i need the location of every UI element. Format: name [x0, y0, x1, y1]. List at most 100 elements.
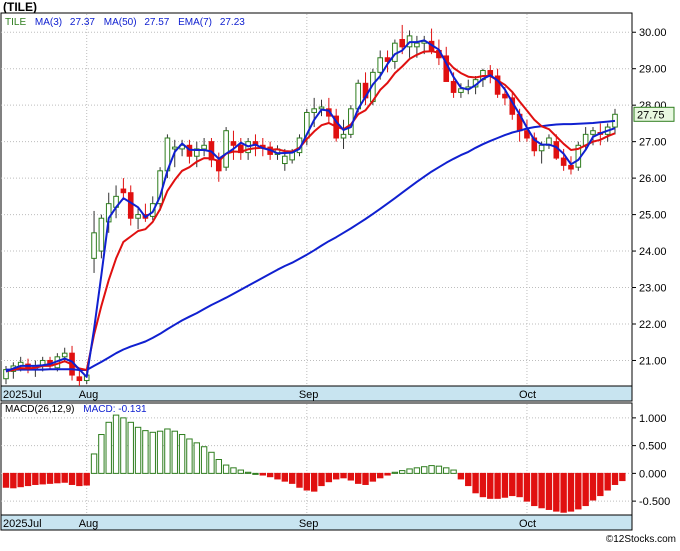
last-price-tag: 27.75: [633, 106, 675, 122]
macd-bar-positive: [443, 467, 450, 474]
price-tick-label: 23.00: [639, 283, 667, 295]
macd-bar-positive: [186, 438, 193, 474]
candle-down: [568, 164, 574, 170]
macd-bar-negative: [538, 472, 545, 509]
price-legend: TILE MA(3) 27.37 MA(50) 27.57 EMA(7) 27.…: [5, 17, 245, 28]
macd-bar-positive: [450, 469, 457, 474]
macd-bar-positive: [399, 470, 406, 474]
footer-credit: ©12Stocks.com: [606, 534, 676, 545]
macd-bar-positive: [222, 464, 230, 474]
price-tick-label: 21.00: [639, 355, 667, 367]
macd-bar-negative: [310, 472, 318, 492]
candle-down: [120, 188, 127, 194]
macd-bar-negative: [2, 472, 10, 488]
macd-bar-positive: [178, 434, 186, 474]
macd-bar-negative: [340, 472, 347, 479]
macd-bar-negative: [501, 472, 509, 498]
macd-bar-negative: [61, 472, 68, 483]
macd-bar-negative: [24, 472, 32, 487]
price-date-label: 2025Jul: [3, 389, 42, 401]
candle-up: [414, 42, 420, 48]
macd-bar-negative: [560, 472, 567, 513]
legend-ma3-label: MA(3): [35, 17, 62, 28]
macd-bar-positive: [112, 414, 120, 474]
macd-legend: MACD(26,12,9) MACD: -0.131: [5, 404, 147, 415]
macd-bar-negative: [472, 472, 479, 494]
macd-bar-negative: [362, 472, 369, 485]
macd-legend-label: MACD(26,12,9): [5, 404, 74, 415]
macd-bar-negative: [281, 472, 289, 482]
macd-bar-positive: [435, 465, 443, 474]
macd-bar-positive: [406, 468, 413, 474]
candle-down: [450, 80, 457, 93]
candle-up: [201, 144, 207, 150]
macd-bar-negative: [545, 472, 553, 510]
chart-stage: 21.00 22.00 23.00 24.00 25.00 26.00 27.00 28.00…: [0, 0, 680, 546]
price-date-label: Sep: [299, 389, 319, 401]
macd-bar-positive: [421, 466, 428, 474]
macd-date-label: Oct: [519, 518, 536, 530]
candle-down: [399, 39, 406, 48]
macd-bar-positive: [164, 428, 171, 474]
macd-bar-negative: [354, 472, 362, 484]
macd-bar-positive: [230, 467, 237, 474]
legend-ma50-label: MA(50): [104, 17, 137, 28]
price-date-label: Aug: [79, 389, 99, 401]
macd-bar-positive: [413, 467, 421, 474]
macd-bar-negative: [589, 472, 597, 501]
macd-bar-negative: [575, 472, 582, 510]
macd-bar-negative: [303, 472, 311, 491]
legend-ma50-value: 27.57: [144, 17, 169, 28]
macd-bar-negative: [347, 472, 355, 481]
macd-bar-negative: [325, 472, 333, 483]
candle-up: [538, 144, 545, 152]
price-tick-label: 25.00: [639, 210, 667, 222]
candle-down: [76, 376, 83, 382]
macd-bar-negative: [274, 472, 281, 480]
price-date-label: Oct: [519, 389, 536, 401]
candle-up: [590, 130, 596, 135]
candle-up: [311, 108, 317, 113]
macd-legend-value-label: MACD:: [83, 404, 115, 415]
price-tick-label: 27.00: [639, 137, 667, 149]
macd-bar-negative: [32, 472, 39, 485]
macd-bar-negative: [54, 472, 61, 484]
macd-bar-negative: [76, 472, 83, 487]
macd-bar-positive: [244, 471, 252, 474]
macd-date-label: 2025Jul: [3, 518, 42, 530]
macd-bar-positive: [428, 465, 435, 474]
candle-up: [318, 106, 325, 110]
macd-bar-negative: [553, 472, 560, 512]
macd-bar-positive: [200, 446, 208, 474]
candle-up: [282, 155, 288, 165]
macd-bar-positive: [193, 442, 200, 474]
macd-bar-negative: [567, 472, 575, 512]
legend-ema7-label: EMA(7): [178, 17, 212, 28]
macd-bar-negative: [266, 472, 274, 478]
macd-bar-positive: [134, 426, 142, 474]
macd-bar-positive: [391, 471, 399, 474]
macd-bar-positive: [127, 421, 134, 474]
candle-up: [98, 217, 105, 252]
macd-bar-negative: [46, 472, 54, 484]
macd-bar-negative: [516, 472, 523, 498]
macd-bar-negative: [582, 472, 589, 507]
macd-bar-positive: [142, 430, 149, 474]
macd-bar-negative: [332, 472, 340, 480]
macd-bar-negative: [377, 472, 384, 479]
price-tick-label: 30.00: [639, 27, 667, 39]
macd-bar-negative: [259, 472, 267, 476]
candle-down: [502, 93, 508, 99]
macd-bar-negative: [318, 472, 325, 487]
macd-bar-negative: [494, 472, 501, 499]
macd-bar-positive: [149, 431, 156, 474]
price-panel-frame: [0, 12, 633, 402]
macd-bar-negative: [465, 472, 472, 487]
macd-bar-negative: [597, 472, 604, 497]
macd-bar-negative: [487, 472, 494, 499]
macd-bar-positive: [105, 421, 112, 474]
candle-up: [223, 130, 229, 168]
macd-legend-value: -0.131: [118, 404, 147, 415]
macd-bar-negative: [296, 472, 303, 488]
macd-date-label: Aug: [79, 518, 99, 530]
